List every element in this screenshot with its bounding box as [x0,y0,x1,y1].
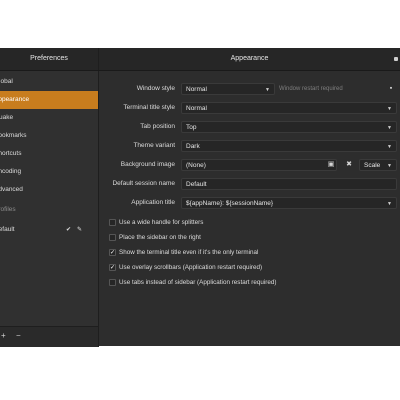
default-session-name-value: Default [186,181,207,188]
wide-handle-label: Use a wide handle for splitters [119,219,204,226]
sidebar-item-advanced[interactable]: Advanced [0,181,98,199]
chevron-down-icon: ▼ [387,163,392,169]
show-terminal-title-label: Show the terminal title even if it's the… [119,249,259,256]
sidebar-item-label: Default [0,226,15,233]
chevron-down-icon: ▼ [387,144,392,150]
chevron-down-icon: ▼ [387,106,392,112]
edit-icon[interactable]: ✎ [77,227,82,233]
clear-icon[interactable]: ✖ [343,159,355,171]
check-icon[interactable]: ✔ [66,227,71,233]
application-title-input[interactable]: ${appName}: ${sessionName} ▼ [181,197,397,209]
window-style-label: Window style [136,85,175,92]
appearance-panel: Window style Normal ▼ Window restart req… [99,71,400,346]
application-title-label: Application title [131,199,175,206]
sidebar-right-label: Place the sidebar on the right [119,234,201,241]
terminal-title-style-value: Normal [186,105,207,112]
profile-actions-bar: + − [0,326,99,347]
window-style-menu-icon: ▪ [389,85,393,92]
sidebar-right-checkbox[interactable] [109,234,116,241]
overlay-scrollbars-label: Use overlay scrollbars (Application rest… [119,264,263,271]
wide-handle-checkbox[interactable] [109,219,116,226]
background-image-value: (None) [186,162,206,169]
titlebar: Preferences Appearance [0,48,400,71]
tab-position-select[interactable]: Top ▼ [181,121,397,133]
chevron-down-icon: ▼ [387,125,392,131]
menu-icon[interactable] [394,57,398,61]
image-icon[interactable]: ▣ [325,159,337,171]
sidebar-item-shortcuts[interactable]: Shortcuts [0,145,98,163]
preferences-title: Preferences [0,48,99,70]
theme-variant-label: Theme variant [133,142,175,149]
remove-profile-button[interactable]: − [16,332,21,340]
chevron-down-icon: ▼ [387,201,392,207]
add-profile-button[interactable]: + [1,332,6,340]
window-style-value: Normal [186,86,207,93]
sidebar-item-profile-default[interactable]: Default ✔ ✎ [0,221,98,239]
sidebar-section-profiles: Profiles [0,201,98,219]
sidebar-item-encoding[interactable]: Encoding [0,163,98,181]
application-title-value: ${appName}: ${sessionName} [186,200,274,207]
overlay-scrollbars-checkbox[interactable]: ✓ [109,264,116,271]
default-session-name-label: Default session name [112,180,175,187]
sidebar-item-global[interactable]: Global [0,73,98,91]
sidebar-item-bookmarks[interactable]: Bookmarks [0,127,98,145]
sidebar-item-label: Bookmarks [0,132,27,139]
background-image-mode-value: Scale [364,162,381,169]
background-image-label: Background image [120,161,175,168]
tab-position-label: Tab position [140,123,175,130]
sidebar-item-appearance[interactable]: Appearance [0,91,98,109]
chevron-down-icon: ▼ [265,87,270,93]
sidebar-item-label: Appearance [0,96,30,103]
terminal-title-style-label: Terminal title style [123,104,175,111]
sidebar-item-label: Global [0,78,13,85]
sidebar-item-label: Encoding [0,168,22,175]
tabs-instead-checkbox[interactable] [109,279,116,286]
theme-variant-select[interactable]: Dark ▼ [181,140,397,152]
sidebar-item-label: Advanced [0,186,23,193]
default-session-name-input[interactable]: Default [181,178,397,190]
preferences-window: Preferences Appearance Global Appearance… [0,48,400,347]
sidebar-item-label: Shortcuts [0,150,22,157]
background-image-mode-select[interactable]: Scale ▼ [359,159,397,171]
theme-variant-value: Dark [186,143,200,150]
appearance-title: Appearance [230,55,269,62]
sidebar-item-label: Profiles [0,206,16,213]
tabs-instead-label: Use tabs instead of sidebar (Application… [119,279,277,286]
tab-position-value: Top [186,124,197,131]
sidebar: Global Appearance Quake Bookmarks Shortc… [0,71,99,326]
show-terminal-title-checkbox[interactable]: ✓ [109,249,116,256]
window-style-select[interactable]: Normal ▼ [181,83,275,95]
terminal-title-style-select[interactable]: Normal ▼ [181,102,397,114]
sidebar-item-quake[interactable]: Quake [0,109,98,127]
background-image-chooser[interactable]: (None) [181,159,337,171]
window-style-hint: Window restart required [279,86,343,92]
sidebar-item-label: Quake [0,114,14,121]
